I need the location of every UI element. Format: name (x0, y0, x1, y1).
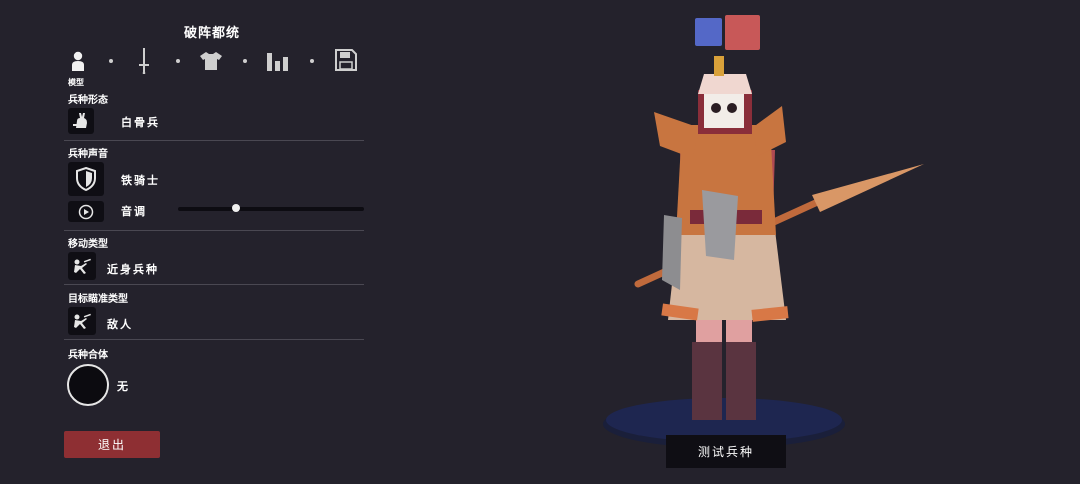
voice-icon-button[interactable] (68, 162, 104, 196)
shirt-icon (200, 52, 222, 70)
step-separator (243, 59, 247, 63)
play-icon (78, 204, 94, 219)
pitch-label: 音调 (121, 205, 147, 218)
step-model-label: 模型 (68, 78, 84, 87)
merge-slot-button[interactable] (67, 364, 109, 406)
shield-icon (76, 167, 96, 191)
step-separator (176, 59, 180, 63)
appearance-section-label: 兵种形态 (68, 95, 108, 106)
divider (64, 284, 364, 285)
voice-value: 铁骑士 (121, 174, 160, 187)
step-separator (310, 59, 314, 63)
person-icon (72, 51, 84, 71)
bar-chart-icon (267, 53, 288, 71)
save-icon (335, 49, 357, 71)
rabbit-icon (73, 113, 87, 128)
divider (64, 230, 364, 231)
blue-team-swatch[interactable] (695, 18, 722, 46)
step-save-button[interactable] (334, 48, 358, 72)
charging-unit-icon (74, 258, 91, 274)
movement-icon-button[interactable] (68, 252, 96, 280)
charging-unit-icon (74, 313, 91, 329)
targeting-value: 敌人 (107, 318, 133, 331)
step-separator (109, 59, 113, 63)
targeting-section-label: 目标瞄准类型 (68, 294, 128, 305)
step-clothing-button[interactable] (199, 50, 223, 72)
exit-button[interactable]: 退出 (64, 431, 160, 458)
step-stats-button[interactable] (266, 50, 290, 72)
appearance-icon-button[interactable] (68, 108, 94, 134)
movement-value: 近身兵种 (107, 263, 159, 276)
voice-section-label: 兵种声音 (68, 149, 108, 160)
pitch-slider[interactable] (178, 207, 364, 211)
step-model-button[interactable] (68, 50, 88, 72)
merge-section-label: 兵种合体 (68, 350, 108, 361)
page-title: 破阵都统 (183, 26, 240, 41)
pitch-slider-handle[interactable] (231, 204, 240, 212)
sword-icon (139, 48, 149, 74)
voice-play-button[interactable] (68, 201, 104, 222)
unit-preview (603, 56, 924, 448)
step-weapon-button[interactable] (136, 48, 152, 74)
appearance-value: 白骨兵 (121, 116, 160, 129)
divider (64, 339, 364, 340)
merge-value: 无 (117, 380, 130, 393)
targeting-icon-button[interactable] (68, 307, 96, 335)
red-team-swatch[interactable] (725, 15, 760, 50)
movement-section-label: 移动类型 (68, 239, 108, 250)
test-unit-button[interactable]: 测试兵种 (666, 435, 786, 468)
divider (64, 140, 364, 141)
